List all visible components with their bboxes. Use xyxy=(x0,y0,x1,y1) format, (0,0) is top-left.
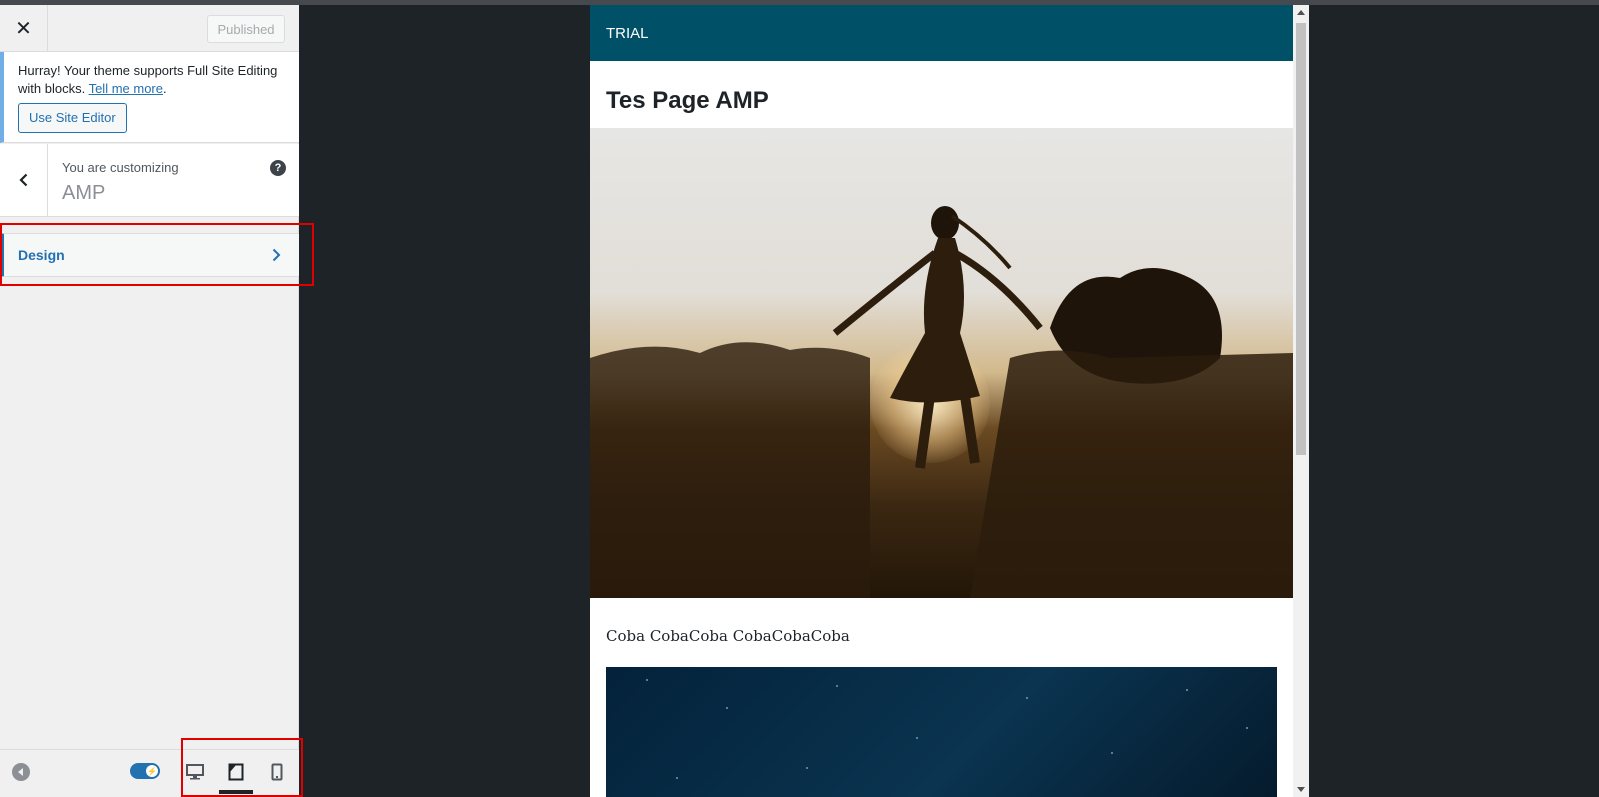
silhouette-scene xyxy=(590,206,1293,598)
scroll-thumb[interactable] xyxy=(1296,23,1306,455)
back-button[interactable] xyxy=(0,144,48,216)
star xyxy=(836,685,838,687)
star xyxy=(1246,727,1248,729)
customizing-panel-header: You are customizing AMP ? xyxy=(0,144,299,217)
star xyxy=(1186,689,1188,691)
notice-text: Hurray! Your theme supports Full Site Ed… xyxy=(18,62,287,98)
customizing-label: You are customizing xyxy=(62,160,179,175)
tablet-icon xyxy=(228,763,244,781)
site-header: TRIAL xyxy=(590,5,1293,61)
night-sky-image xyxy=(606,667,1277,797)
scroll-down-arrow[interactable] xyxy=(1297,787,1305,792)
preview-desktop-button[interactable] xyxy=(178,756,212,788)
mobile-icon xyxy=(271,763,283,781)
star xyxy=(676,777,678,779)
star xyxy=(726,707,728,709)
close-customizer-button[interactable]: ✕ xyxy=(0,5,48,52)
collapse-arrow-icon xyxy=(18,768,23,776)
collapse-sidebar-button[interactable] xyxy=(12,763,30,781)
star xyxy=(806,767,808,769)
page-paragraph: Coba CobaCoba CobaCobaCoba xyxy=(606,627,850,645)
notice-suffix: . xyxy=(163,81,167,96)
chevron-right-icon xyxy=(272,248,281,262)
star xyxy=(1026,697,1028,699)
published-button[interactable]: Published xyxy=(207,15,285,43)
customizer-header: ✕ Published xyxy=(0,5,299,52)
amp-preview-toggle[interactable]: ⚡ xyxy=(130,763,160,779)
star xyxy=(1111,752,1113,754)
preview-tablet-button[interactable] xyxy=(219,756,253,794)
hero-image xyxy=(590,128,1293,598)
help-icon[interactable]: ? xyxy=(270,160,286,176)
site-preview[interactable]: TRIAL Tes Page AMP Coba CobaCoba CobaCob… xyxy=(590,5,1309,797)
tell-me-more-link[interactable]: Tell me more xyxy=(89,81,163,96)
customizer-sidebar: ✕ Published Hurray! Your theme supports … xyxy=(0,5,299,797)
desktop-icon xyxy=(186,764,204,780)
star xyxy=(916,737,918,739)
site-title[interactable]: TRIAL xyxy=(606,25,649,42)
chevron-left-icon xyxy=(18,173,27,187)
fse-notice: Hurray! Your theme supports Full Site Ed… xyxy=(0,52,299,143)
customizer-footer: ⚡ xyxy=(0,749,299,797)
preview-scrollbar[interactable] xyxy=(1293,5,1309,797)
lightning-icon: ⚡ xyxy=(146,765,158,777)
section-design-label: Design xyxy=(18,247,65,263)
star xyxy=(646,679,648,681)
scroll-up-arrow[interactable] xyxy=(1297,10,1305,15)
use-site-editor-button[interactable]: Use Site Editor xyxy=(18,103,127,133)
preview-mobile-button[interactable] xyxy=(260,756,294,788)
customizing-title: AMP xyxy=(62,182,106,204)
close-icon: ✕ xyxy=(15,18,32,40)
page-title: Tes Page AMP xyxy=(606,87,769,114)
section-design[interactable]: Design xyxy=(0,233,299,277)
